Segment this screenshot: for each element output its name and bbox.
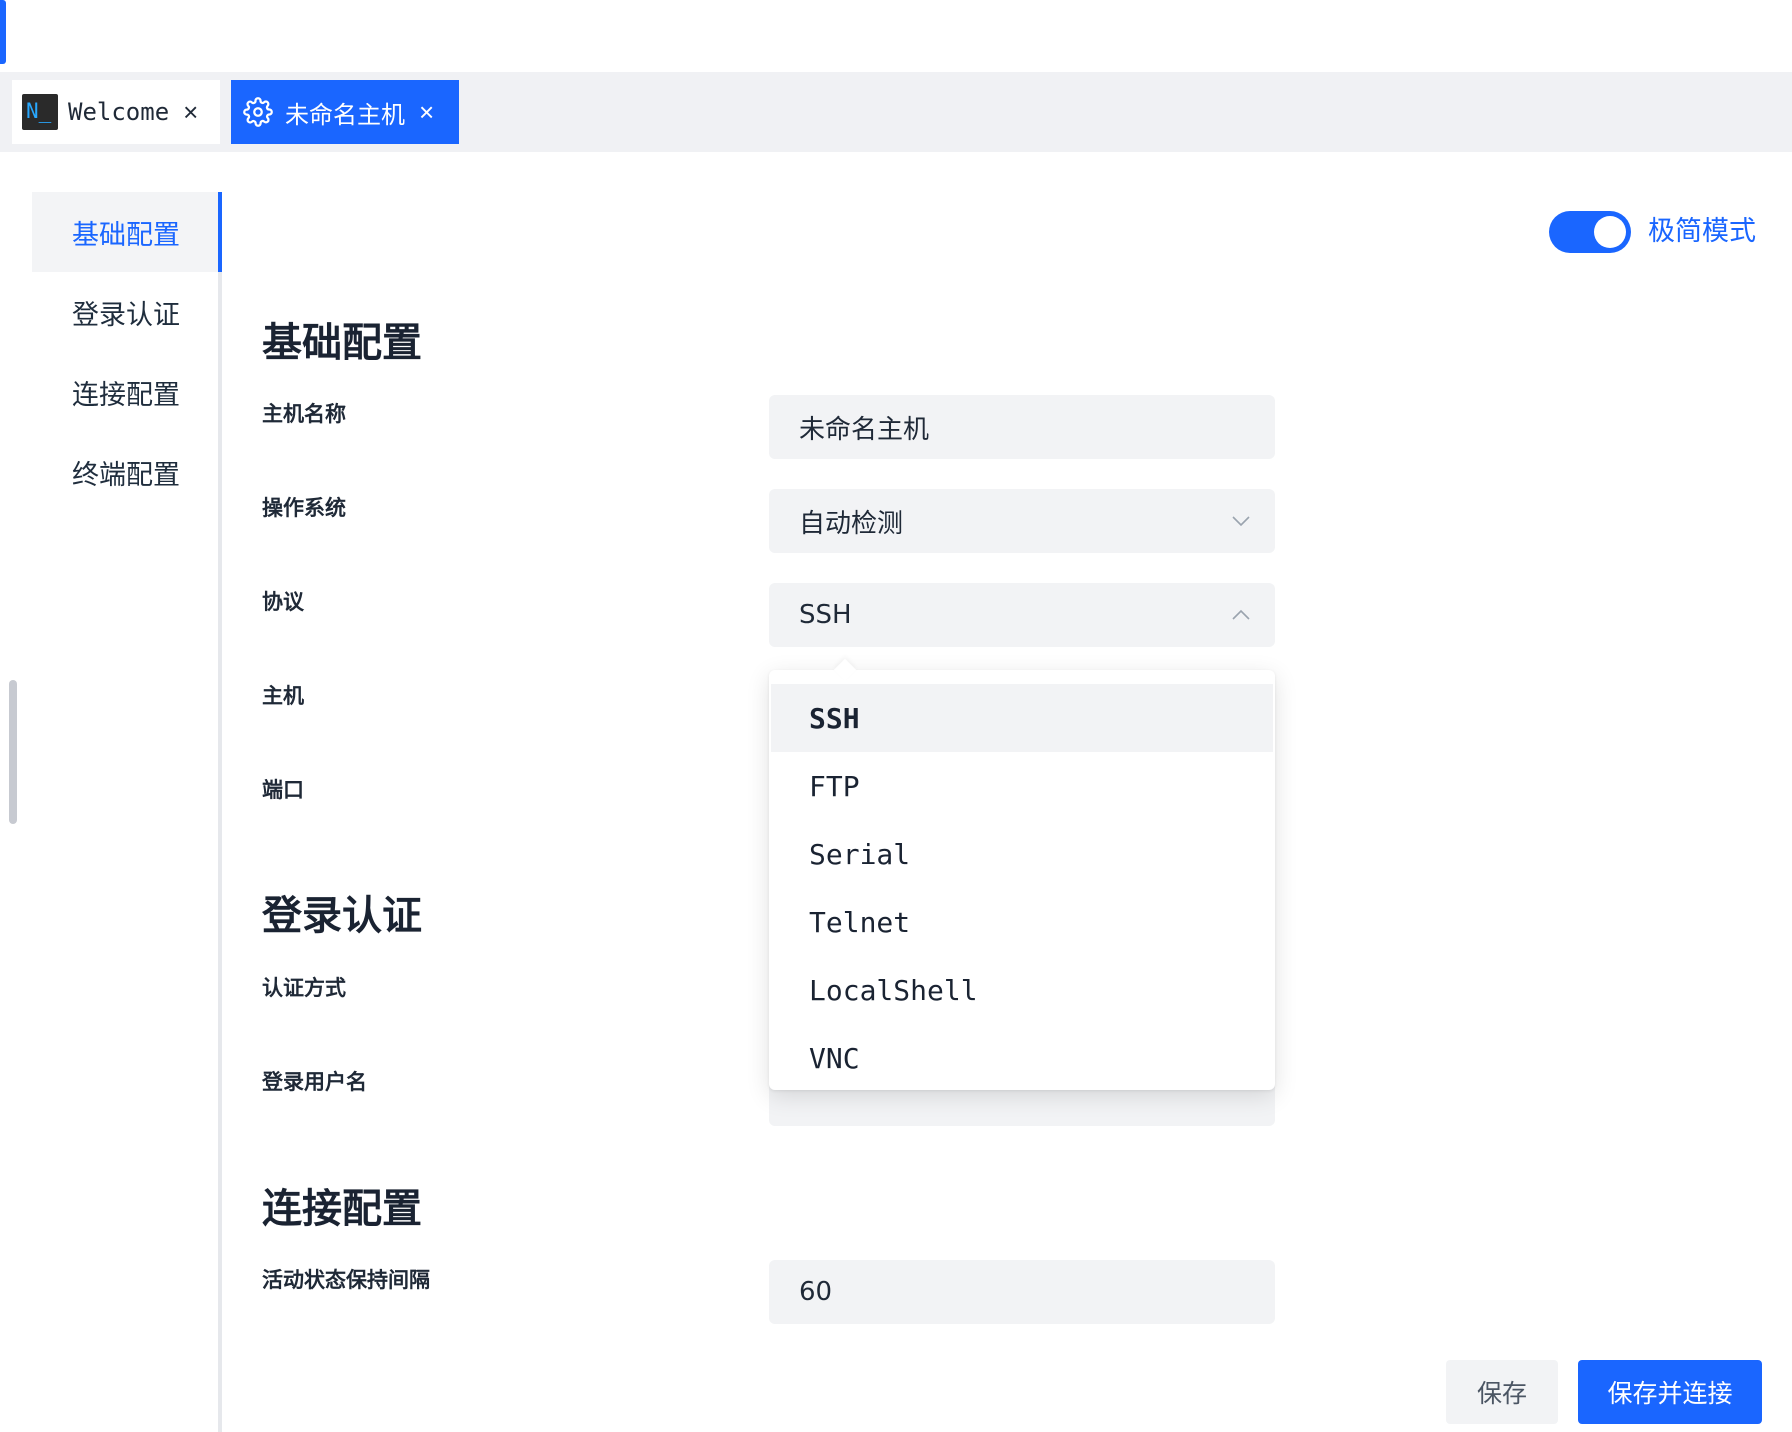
port-label: 端口 <box>262 778 304 802</box>
host-name-input[interactable]: 未命名主机 <box>769 395 1275 459</box>
option-ssh[interactable]: SSH <box>771 684 1273 752</box>
scrollbar-thumb[interactable] <box>9 680 17 824</box>
toggle-knob <box>1594 216 1626 248</box>
option-vnc[interactable]: VNC <box>771 1024 1273 1092</box>
simple-mode-toggle[interactable] <box>1549 211 1631 253</box>
chevron-up-icon <box>1232 609 1250 620</box>
active-indicator <box>218 192 222 272</box>
protocol-value: SSH <box>799 600 852 630</box>
option-serial[interactable]: Serial <box>771 820 1273 888</box>
close-icon[interactable]: × <box>419 99 434 125</box>
keepalive-input[interactable]: 60 <box>769 1260 1275 1324</box>
os-label: 操作系统 <box>262 496 346 520</box>
auth-method-label: 认证方式 <box>262 976 346 1000</box>
tab-bar: N_ Welcome × 未命名主机 × <box>0 72 1792 152</box>
option-ftp[interactable]: FTP <box>771 752 1273 820</box>
option-telnet[interactable]: Telnet <box>771 888 1273 956</box>
os-select[interactable]: 自动检测 <box>769 489 1275 553</box>
host-name-value: 未命名主机 <box>799 414 930 445</box>
protocol-select[interactable]: SSH <box>769 583 1275 647</box>
save-button[interactable]: 保存 <box>1446 1360 1558 1424</box>
window-accent-bar <box>0 0 6 64</box>
close-icon[interactable]: × <box>183 99 198 125</box>
simple-mode-label: 极简模式 <box>1648 216 1756 247</box>
sidebar-item-terminal[interactable]: 终端配置 <box>32 432 218 512</box>
protocol-dropdown: SSH FTP Serial Telnet LocalShell VNC <box>769 658 1275 1092</box>
section-title-connection: 连接配置 <box>262 1186 422 1232</box>
keepalive-label: 活动状态保持间隔 <box>262 1268 430 1292</box>
os-value: 自动检测 <box>799 508 904 539</box>
sidebar-item-connection[interactable]: 连接配置 <box>32 352 218 432</box>
tab-label: Welcome <box>68 98 170 126</box>
gear-icon <box>241 95 275 129</box>
username-label: 登录用户名 <box>262 1070 367 1094</box>
host-name-label: 主机名称 <box>262 402 346 426</box>
tab-label: 未命名主机 <box>285 100 405 129</box>
protocol-label: 协议 <box>262 590 304 614</box>
tab-welcome[interactable]: N_ Welcome × <box>12 80 220 144</box>
section-title-basic: 基础配置 <box>262 320 422 366</box>
terminal-app-icon: N_ <box>22 94 58 130</box>
option-localshell[interactable]: LocalShell <box>771 956 1273 1024</box>
keepalive-value: 60 <box>799 1277 833 1307</box>
section-title-auth: 登录认证 <box>262 893 422 939</box>
sidebar-item-basic[interactable]: 基础配置 <box>32 192 218 272</box>
side-nav: 基础配置 登录认证 连接配置 终端配置 <box>32 192 222 1432</box>
host-label: 主机 <box>262 684 304 708</box>
chevron-down-icon <box>1232 516 1250 527</box>
tab-host-settings[interactable]: 未命名主机 × <box>231 80 459 144</box>
save-and-connect-button[interactable]: 保存并连接 <box>1578 1360 1762 1424</box>
title-strip <box>0 0 1792 72</box>
sidebar-item-auth[interactable]: 登录认证 <box>32 272 218 352</box>
